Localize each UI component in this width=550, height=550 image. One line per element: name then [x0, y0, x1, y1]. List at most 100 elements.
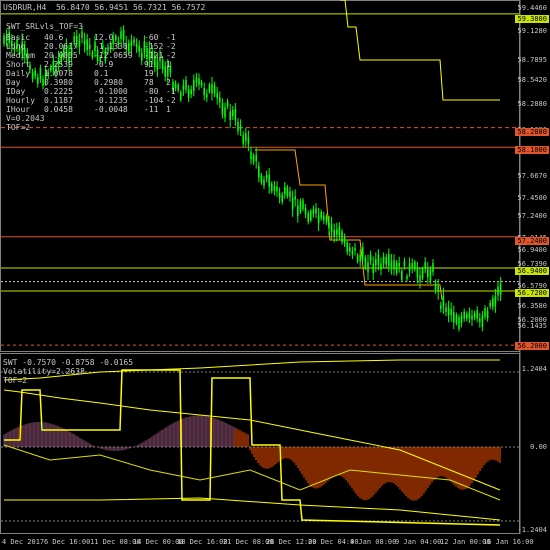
price-tag: 57.2400: [515, 237, 549, 245]
info-cell: IHour: [6, 105, 31, 114]
candle-body: [494, 296, 497, 306]
candle-body: [458, 317, 460, 329]
candle-body: [302, 200, 304, 209]
info-cell: -1: [166, 87, 176, 96]
info-cell: 0.1: [94, 69, 109, 78]
candle-body: [460, 316, 463, 324]
sub-axis-label: -1.2404: [517, 526, 547, 534]
price-axis-label: 58.7895: [517, 56, 547, 64]
candle-body: [499, 283, 502, 295]
time-axis-label: 6 Dec 16:00: [44, 538, 91, 546]
info-cell: 20.0035: [44, 51, 78, 60]
candle-body: [408, 263, 411, 272]
candle-body: [369, 255, 372, 261]
candle-body: [247, 137, 250, 144]
info-cell: -2: [166, 42, 176, 51]
price-axis-label: 57.6670: [517, 172, 547, 180]
candle-body: [289, 191, 291, 198]
info-cell: -1.1336: [94, 42, 128, 51]
info-cell: 2: [166, 78, 171, 87]
candle-body: [3, 35, 5, 44]
candle-body: [268, 174, 270, 187]
candle-body: [291, 197, 294, 210]
candle-body: [437, 286, 439, 293]
candle-body: [377, 254, 380, 265]
symbol-header: USDRUR,H4 56.8470 56.9451 56.7321 56.757…: [3, 3, 206, 12]
candle-body: [375, 259, 377, 266]
price-axis-label: 57.2400: [517, 212, 547, 220]
candle-body: [193, 79, 195, 91]
candle-body: [429, 269, 432, 281]
candle-body: [336, 229, 338, 235]
candle-body: [476, 310, 478, 319]
time-axis-label: 4 Jan 08:00: [350, 538, 397, 546]
sub-header-line2: Volatility=2.2638: [3, 367, 85, 376]
candle-body: [237, 121, 239, 132]
candle-body: [380, 263, 382, 270]
info-cell: -0.1235: [94, 96, 128, 105]
price-axis-label: 59.4460: [517, 4, 547, 12]
info-cell: 0.1187: [44, 96, 73, 105]
candle-body: [198, 78, 200, 86]
candle-body: [284, 186, 286, 195]
candle-body: [416, 267, 419, 278]
info-cell: -0.1000: [94, 87, 128, 96]
candle-body: [471, 315, 473, 320]
candle-body: [187, 89, 190, 98]
candle-body: [401, 270, 403, 280]
candle-body: [447, 307, 450, 316]
candle-body: [271, 183, 273, 192]
candle-body: [497, 286, 499, 296]
info-cell: -80: [144, 87, 159, 96]
candle-body: [356, 255, 359, 262]
candle-body: [395, 262, 398, 273]
candle-body: [221, 102, 224, 115]
candle-body: [445, 307, 447, 313]
info-cell: 12.0: [94, 33, 114, 42]
tof-value: TOF=2: [6, 123, 31, 132]
candle-body: [203, 87, 205, 96]
info-cell: -12.0659: [94, 51, 133, 60]
info-cell: Basic: [6, 33, 31, 42]
candle-body: [333, 229, 335, 237]
info-cell: -1: [166, 33, 176, 42]
candle-body: [486, 310, 489, 319]
candle-body: [276, 186, 278, 192]
candle-body: [330, 224, 333, 232]
candle-body: [364, 257, 367, 268]
price-axis-label: 59.1280: [517, 27, 547, 35]
candle-body: [424, 262, 426, 269]
info-cell: 0.2980: [94, 78, 123, 87]
info-cell: -2: [166, 96, 176, 105]
info-cell: -60: [144, 33, 159, 42]
candle-body: [180, 92, 182, 101]
candle-body: [185, 79, 187, 90]
candle-body: [278, 193, 281, 198]
candle-body: [211, 84, 213, 94]
candle-body: [239, 125, 242, 130]
info-cell: 2.2539: [44, 60, 73, 69]
price-tag: 58.1000: [515, 146, 549, 154]
price-tag: 58.2880: [515, 128, 549, 136]
indicator-line-3: [4, 497, 501, 521]
candle-body: [229, 111, 231, 121]
price-tag: 59.3800: [515, 15, 549, 23]
info-cell: 20.0617: [44, 42, 78, 51]
sub-header-line1: SWT -0.7570 -0.8758 -0.0165: [3, 358, 134, 367]
info-cell: 1.0078: [44, 69, 73, 78]
info-cell: Day: [6, 78, 21, 87]
candle-body: [481, 315, 484, 327]
candle-body: [427, 268, 429, 278]
candle-body: [421, 268, 424, 279]
candle-body: [245, 133, 247, 142]
candle-body: [312, 209, 315, 214]
candle-body: [299, 200, 302, 212]
info-cell: -0.9: [94, 60, 114, 69]
info-cell: IDay: [6, 87, 26, 96]
candle-body: [398, 263, 400, 267]
candle-body: [219, 97, 221, 103]
info-cell: 0.0458: [44, 105, 73, 114]
candle-body: [265, 174, 268, 179]
candle-body: [255, 154, 257, 162]
info-cell: Short: [6, 60, 31, 69]
